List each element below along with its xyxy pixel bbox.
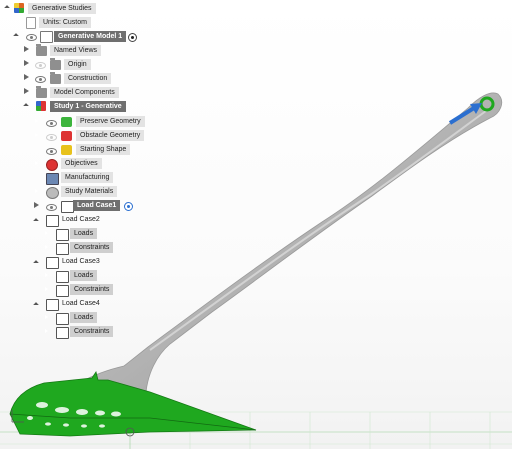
obstacle-geometry-label[interactable]: Obstacle Geometry	[76, 130, 145, 141]
visibility-eye-icon[interactable]	[46, 134, 57, 141]
folder-icon	[50, 58, 61, 70]
collapse-arrow-icon[interactable]	[4, 5, 10, 11]
visibility-eye-icon[interactable]	[46, 148, 57, 155]
study-materials-label[interactable]: Study Materials	[61, 186, 118, 197]
visibility-eye-icon[interactable]	[35, 62, 46, 69]
starting-shape-label[interactable]: Starting Shape	[76, 144, 131, 155]
expand-arrow-icon[interactable]	[34, 132, 39, 138]
preserve-geometry-label[interactable]: Preserve Geometry	[76, 116, 145, 127]
expand-arrow-icon[interactable]	[44, 286, 49, 292]
constraints-icon	[56, 285, 69, 297]
expand-arrow-icon[interactable]	[44, 272, 49, 278]
collapse-arrow-icon[interactable]	[13, 33, 19, 39]
document-icon	[26, 17, 36, 29]
named-views-label[interactable]: Named Views	[50, 45, 102, 56]
objectives-label[interactable]: Objectives	[61, 158, 102, 169]
study-icon	[36, 101, 46, 111]
starting-shape-icon	[61, 145, 72, 155]
collapse-arrow-icon[interactable]	[33, 302, 39, 308]
expand-arrow-icon[interactable]	[44, 230, 49, 236]
load-case-3-label[interactable]: Load Case3	[58, 256, 104, 267]
collapse-arrow-icon[interactable]	[23, 103, 29, 109]
model-icon	[40, 31, 53, 43]
loads-icon	[56, 271, 69, 283]
loads-label[interactable]: Loads	[70, 312, 98, 323]
visibility-eye-icon[interactable]	[35, 76, 46, 83]
preserve-geometry-icon	[61, 117, 72, 127]
obstacle-geometry-icon	[61, 131, 72, 141]
manufacturing-icon	[46, 173, 59, 185]
loads-icon	[56, 229, 69, 241]
expand-arrow-icon[interactable]	[24, 46, 29, 52]
browser-tree: Generative Studies Units: Custom Generat…	[0, 0, 160, 345]
load-case-1-label[interactable]: Load Case1	[73, 200, 121, 211]
model-label[interactable]: Generative Model 1	[54, 31, 127, 42]
expand-arrow-icon[interactable]	[44, 328, 49, 334]
constraints-label[interactable]: Constraints	[70, 242, 114, 253]
visibility-eye-icon[interactable]	[26, 34, 37, 41]
expand-arrow-icon[interactable]	[34, 160, 39, 166]
folder-icon	[50, 72, 61, 84]
folder-icon	[36, 44, 47, 56]
origin-label[interactable]: Origin	[64, 59, 91, 70]
expand-arrow-icon[interactable]	[34, 202, 39, 208]
loads-label[interactable]: Loads	[70, 228, 98, 239]
load-case-2-label[interactable]: Load Case2	[58, 214, 104, 225]
expand-arrow-icon[interactable]	[34, 188, 39, 194]
activate-radio[interactable]	[124, 202, 133, 211]
units-label[interactable]: Units: Custom	[39, 17, 91, 28]
arm-highlight	[149, 107, 491, 351]
load-case-4-label[interactable]: Load Case4	[58, 298, 104, 309]
expand-arrow-icon[interactable]	[44, 314, 49, 320]
constraints-label[interactable]: Constraints	[70, 284, 114, 295]
expand-arrow-icon[interactable]	[24, 74, 29, 80]
expand-arrow-icon[interactable]	[24, 60, 29, 66]
loads-icon	[56, 313, 69, 325]
objectives-icon	[46, 159, 58, 171]
expand-arrow-icon[interactable]	[44, 244, 49, 250]
collapse-arrow-icon[interactable]	[33, 260, 39, 266]
manufacturing-label[interactable]: Manufacturing	[61, 172, 114, 183]
loads-label[interactable]: Loads	[70, 270, 98, 281]
constraints-label[interactable]: Constraints	[70, 326, 114, 337]
expand-arrow-icon[interactable]	[34, 118, 39, 124]
activate-radio[interactable]	[128, 33, 137, 42]
construction-label[interactable]: Construction	[64, 73, 112, 84]
study-materials-icon	[46, 187, 59, 199]
collapse-arrow-icon[interactable]	[33, 218, 39, 224]
root-label[interactable]: Generative Studies	[28, 3, 96, 14]
folder-icon	[36, 86, 47, 98]
constraints-icon	[56, 327, 69, 339]
model-components-label[interactable]: Model Components	[50, 87, 119, 98]
study-label[interactable]: Study 1 - Generative	[50, 101, 126, 112]
constraints-icon	[56, 243, 69, 255]
visibility-eye-icon[interactable]	[46, 120, 57, 127]
expand-arrow-icon[interactable]	[24, 88, 29, 94]
generative-studies-icon	[14, 3, 24, 13]
visibility-eye-icon[interactable]	[46, 204, 57, 211]
